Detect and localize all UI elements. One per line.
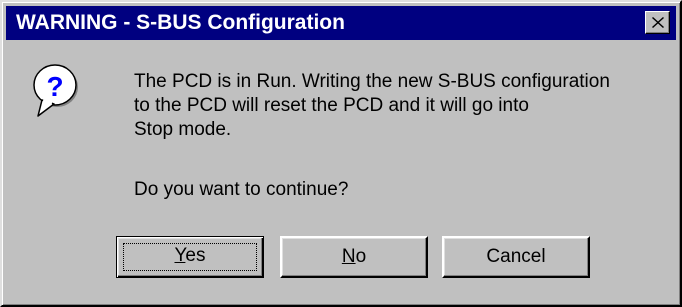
message-text: The PCD is in Run. Writing the new S-BUS… — [134, 70, 674, 142]
message-line-1: The PCD is in Run. Writing the new S-BUS… — [134, 71, 610, 92]
yes-label-rest: es — [185, 245, 206, 266]
warning-dialog: WARNING - S-BUS Configuration ? The PCD … — [0, 0, 682, 307]
window-title: WARNING - S-BUS Configuration — [16, 11, 345, 34]
question-balloon-icon: ? — [33, 64, 78, 117]
yes-button[interactable]: Yes — [116, 236, 264, 278]
message-line-2: to the PCD will reset the PCD and it wil… — [134, 95, 529, 116]
no-button[interactable]: No — [280, 236, 428, 278]
question-text: Do you want to continue? — [134, 179, 349, 200]
close-x-icon — [652, 17, 664, 28]
yes-button-label: Yes — [174, 245, 205, 266]
no-label-rest: o — [355, 246, 367, 267]
no-button-label: No — [342, 246, 366, 267]
cancel-button-label: Cancel — [486, 246, 546, 267]
yes-mnemonic: Y — [174, 245, 186, 266]
message-line-3: Stop mode. — [134, 119, 232, 140]
svg-text:?: ? — [46, 71, 63, 102]
title-bar[interactable]: WARNING - S-BUS Configuration — [6, 6, 676, 40]
close-button[interactable] — [645, 11, 670, 34]
no-mnemonic: N — [341, 246, 356, 267]
cancel-button[interactable]: Cancel — [442, 236, 590, 278]
